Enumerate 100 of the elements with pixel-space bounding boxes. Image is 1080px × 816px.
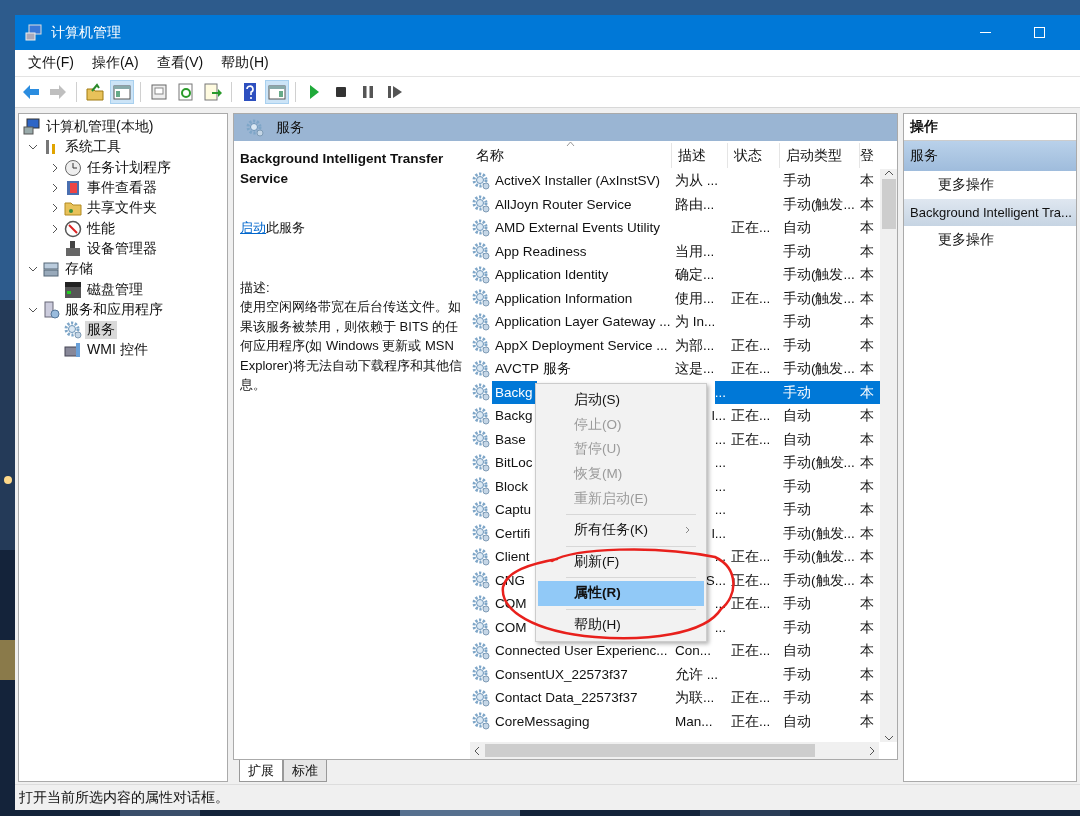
menu-item[interactable]: 操作(A) bbox=[82, 51, 148, 75]
view-tab[interactable]: 标准 bbox=[283, 760, 327, 782]
table-cell-text: 正在... bbox=[730, 360, 772, 378]
table-cell-text: Man... bbox=[674, 712, 714, 731]
table-cell-text: 当用... bbox=[674, 242, 716, 261]
service-name[interactable]: Backg bbox=[492, 404, 537, 428]
tree-item[interactable]: 事件查看器 bbox=[85, 179, 159, 198]
description-label: 描述: bbox=[240, 278, 271, 297]
table-cell: ... bbox=[714, 380, 728, 404]
properties-icon bbox=[150, 83, 168, 101]
action-link[interactable]: 更多操作 bbox=[904, 226, 994, 254]
service-name[interactable]: Application Layer Gateway ... bbox=[492, 310, 672, 334]
service-icon bbox=[472, 195, 490, 214]
service-name[interactable]: Captu bbox=[492, 498, 536, 522]
refresh-icon bbox=[177, 83, 195, 101]
service-icon bbox=[472, 171, 490, 190]
service-name[interactable]: ActiveX Installer (AxInstSV) bbox=[492, 169, 672, 193]
menu-item[interactable]: 文件(F) bbox=[19, 51, 83, 75]
service-name[interactable]: AllJoyn Router Service bbox=[492, 192, 672, 216]
tree-item[interactable]: WMI 控件 bbox=[85, 341, 150, 360]
tree-item[interactable]: 设备管理器 bbox=[85, 239, 159, 258]
vertical-scrollbar[interactable] bbox=[880, 169, 897, 742]
view-tab[interactable]: 扩展 bbox=[239, 760, 283, 782]
tree-item[interactable]: 任务计划程序 bbox=[85, 158, 173, 177]
service-name[interactable]: Backg bbox=[492, 380, 537, 404]
service-icon bbox=[472, 406, 490, 425]
wmi-icon bbox=[64, 341, 82, 360]
table-cell-text: ... bbox=[714, 548, 727, 566]
scroll-up-icon[interactable] bbox=[883, 169, 894, 177]
table-cell-text: 正在... bbox=[730, 689, 772, 707]
menu-item[interactable]: 属性(R) bbox=[538, 581, 704, 606]
tree-item[interactable]: 磁盘管理 bbox=[85, 280, 145, 299]
service-icon bbox=[472, 618, 490, 637]
table-cell-text: l... bbox=[711, 524, 727, 543]
table-cell-text: 手动(触发... bbox=[782, 360, 856, 378]
horizontal-scrollbar[interactable] bbox=[470, 742, 879, 759]
scroll-right-icon[interactable] bbox=[868, 745, 876, 756]
service-name[interactable]: AMD External Events Utility bbox=[492, 216, 672, 240]
table-cell-text: ... bbox=[714, 430, 727, 449]
tree-item[interactable]: 存储 bbox=[63, 260, 95, 279]
table-cell-text: S... bbox=[705, 571, 727, 590]
scroll-thumb[interactable] bbox=[485, 744, 815, 757]
service-name[interactable]: BitLoc bbox=[492, 451, 537, 475]
service-name[interactable]: COM bbox=[492, 615, 531, 639]
table-cell-text: 为 In... bbox=[674, 313, 717, 331]
table-cell-text: 手动 bbox=[782, 665, 812, 684]
table-cell-text: 正在... bbox=[730, 712, 772, 731]
service-icon bbox=[472, 524, 490, 543]
service-name[interactable]: ConsentUX_22573f37 bbox=[492, 662, 672, 686]
service-name[interactable]: Connected User Experienc... bbox=[492, 639, 672, 663]
clock-icon bbox=[64, 158, 82, 177]
service-name[interactable]: Client bbox=[492, 545, 534, 569]
service-name[interactable]: Application Information bbox=[492, 286, 672, 310]
tree-item[interactable]: 系统工具 bbox=[63, 138, 123, 157]
column-header[interactable]: 启动类型 bbox=[780, 142, 860, 168]
menu-item[interactable]: 帮助(H) bbox=[538, 612, 704, 638]
service-name[interactable]: Application Identity bbox=[492, 263, 672, 287]
table-cell-text: 确定... bbox=[674, 266, 716, 284]
table-cell-text: 正在... bbox=[730, 219, 772, 237]
table-cell-text: 本 bbox=[860, 501, 875, 519]
column-header[interactable]: 状态 bbox=[728, 142, 780, 168]
computer-icon bbox=[25, 23, 43, 42]
table-cell-text: 手动 bbox=[782, 336, 812, 355]
menu-item[interactable]: 所有任务(K) bbox=[538, 517, 704, 543]
tree-item[interactable]: 性能 bbox=[85, 219, 117, 238]
menu-item[interactable]: 帮助(H) bbox=[212, 51, 278, 75]
service-icon bbox=[472, 500, 490, 519]
table-cell-text: 本 bbox=[860, 618, 875, 637]
service-name[interactable]: App Readiness bbox=[492, 239, 672, 263]
tree-item[interactable]: 计算机管理(本地) bbox=[44, 118, 156, 137]
tree-item[interactable]: 服务和应用程序 bbox=[63, 300, 165, 319]
service-icon bbox=[472, 571, 490, 590]
start-link[interactable]: 启动 bbox=[240, 220, 266, 235]
service-name[interactable]: Certifi bbox=[492, 521, 535, 545]
service-name[interactable]: Block bbox=[492, 474, 533, 498]
table-cell-text: 自动 bbox=[782, 219, 812, 237]
column-header[interactable]: 登 bbox=[860, 142, 880, 168]
scroll-down-icon[interactable] bbox=[883, 734, 894, 742]
action-link[interactable]: 更多操作 bbox=[904, 171, 994, 199]
tree-item[interactable]: 服务 bbox=[85, 321, 117, 340]
tree-item[interactable]: 共享文件夹 bbox=[85, 199, 159, 218]
service-name[interactable]: Base bbox=[492, 427, 530, 451]
service-name[interactable]: AVCTP 服务 bbox=[492, 357, 672, 381]
table-cell-text: 手动 bbox=[782, 172, 812, 190]
action-section-header[interactable]: 服务 bbox=[904, 141, 1076, 171]
table-cell-text: 本 bbox=[860, 289, 875, 308]
resume-icon bbox=[386, 83, 404, 101]
menu-item[interactable]: 启动(S) bbox=[538, 388, 704, 413]
scroll-left-icon[interactable] bbox=[473, 745, 481, 756]
table-cell-text: 本 bbox=[860, 195, 875, 214]
service-name[interactable]: AppX Deployment Service ... bbox=[492, 333, 672, 357]
scroll-thumb[interactable] bbox=[881, 179, 896, 229]
column-header[interactable]: 描述 bbox=[672, 142, 728, 168]
menu-item[interactable]: 刷新(F) bbox=[538, 549, 704, 575]
action-section-header[interactable]: Background Intelligent Tra... bbox=[904, 199, 1076, 226]
service-icon bbox=[472, 712, 490, 731]
column-header[interactable]: 名称 bbox=[470, 142, 672, 168]
menu-item[interactable]: 查看(V) bbox=[147, 51, 213, 75]
service-name[interactable]: Contact Data_22573f37 bbox=[492, 686, 672, 710]
service-name[interactable]: CoreMessaging bbox=[492, 709, 672, 733]
